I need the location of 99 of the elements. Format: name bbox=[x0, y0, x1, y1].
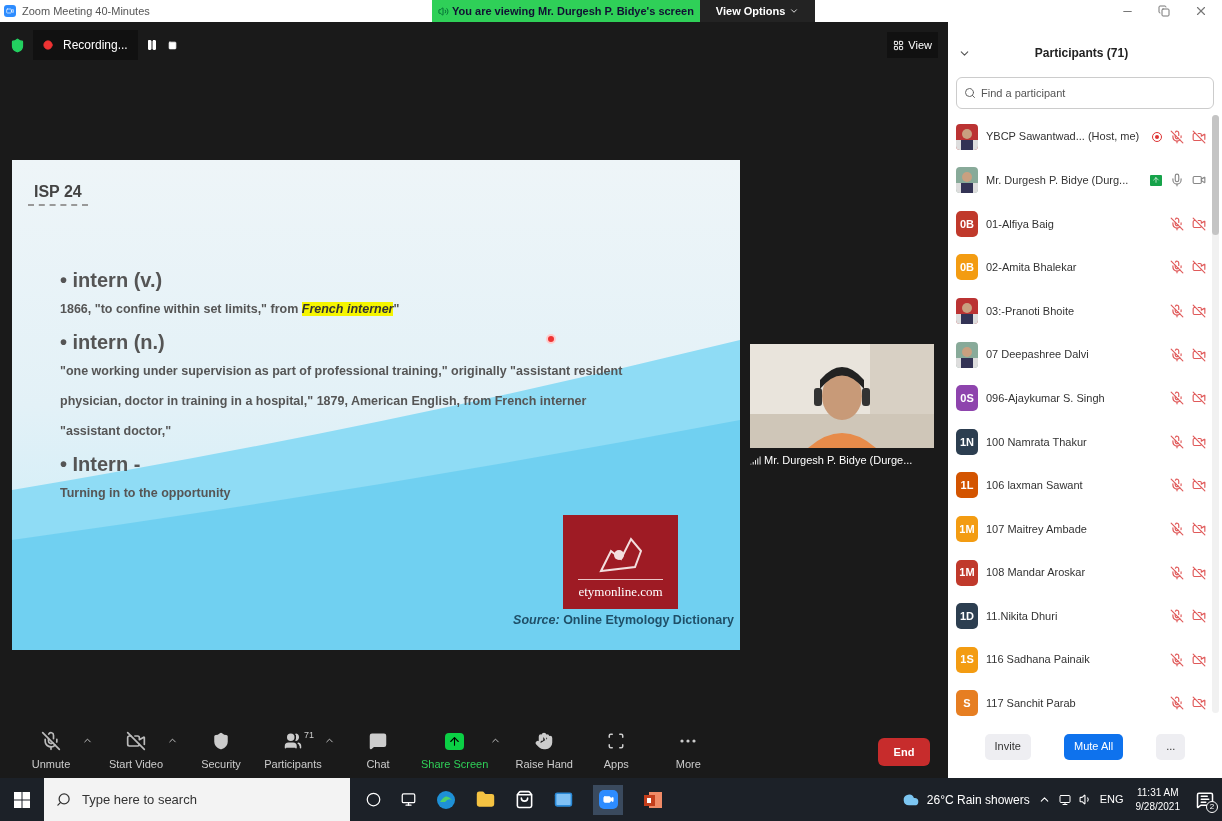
toolbar-button[interactable]: Apps bbox=[587, 731, 646, 773]
invite-button[interactable]: Invite bbox=[984, 733, 1031, 760]
shield-icon bbox=[212, 732, 230, 751]
participant-name: YBCP Sawantwad... (Host, me) bbox=[986, 129, 1140, 145]
participant-row[interactable]: YBCP Sawantwad... (Host, me) bbox=[956, 114, 1212, 159]
source-caption: Source: Online Etymology Dictionary bbox=[513, 612, 734, 630]
participant-row[interactable]: 0B 01-Alfiya Baig bbox=[956, 202, 1212, 246]
avatar: 0B bbox=[956, 210, 978, 237]
participant-row[interactable]: 07 Deepashree Dalvi bbox=[956, 332, 1212, 377]
avatar: 1M bbox=[956, 559, 978, 586]
avatar: 1N bbox=[956, 428, 978, 455]
participants-title: Participants (71) bbox=[1033, 45, 1130, 63]
pause-icon[interactable] bbox=[145, 39, 158, 51]
participant-count: 71 bbox=[304, 729, 314, 743]
toolbar-button[interactable]: Raise Hand bbox=[515, 731, 574, 773]
participant-name: 117 Sanchit Parab bbox=[986, 696, 1076, 712]
avatar: 0B bbox=[956, 254, 978, 281]
mic-muted-icon bbox=[41, 731, 61, 752]
more-icon bbox=[680, 739, 697, 744]
stop-icon[interactable] bbox=[167, 40, 177, 50]
slide-heading: • intern (v.) bbox=[60, 268, 163, 293]
participant-name: 01-Alfiya Baig bbox=[986, 216, 1054, 232]
toolbar-button[interactable]: Start Video bbox=[107, 731, 165, 773]
taskbar-search-field[interactable]: Type here to search bbox=[44, 778, 350, 821]
avatar: 1D bbox=[956, 603, 978, 630]
participant-name: 100 Namrata Thakur bbox=[986, 434, 1087, 450]
volume-icon[interactable] bbox=[1078, 793, 1092, 806]
participant-row[interactable]: 1M 108 Mandar Aroskar bbox=[956, 550, 1212, 595]
toolbar-button[interactable]: 71 Participants bbox=[264, 731, 322, 773]
participant-name: Mr. Durgesh P. Bidye (Durg... bbox=[986, 172, 1129, 188]
browser-icon[interactable] bbox=[436, 789, 456, 810]
toolbar-button[interactable]: Chat bbox=[349, 731, 407, 773]
view-options-button[interactable]: View Options bbox=[699, 0, 816, 22]
avatar: S bbox=[956, 690, 978, 717]
search-field[interactable]: Find a participant bbox=[956, 76, 1214, 109]
people-icon bbox=[284, 732, 302, 751]
participant-row[interactable]: 1M 107 Maitrey Ambade bbox=[956, 507, 1212, 551]
participant-name: 096-Ajaykumar S. Singh bbox=[986, 390, 1105, 406]
hand-icon bbox=[535, 732, 554, 751]
folder-icon[interactable] bbox=[476, 790, 495, 809]
shield-check-icon[interactable] bbox=[10, 37, 25, 53]
avatar: 1L bbox=[956, 472, 978, 499]
mute-all-button[interactable]: Mute All bbox=[1064, 733, 1124, 760]
participant-row[interactable]: 1S 116 Sadhana Painaik bbox=[956, 637, 1212, 682]
toolbar-button[interactable]: Unmute bbox=[22, 731, 80, 773]
video-app-icon[interactable] bbox=[593, 784, 623, 815]
recording-indicator: Recording... bbox=[33, 30, 138, 60]
participant-name: 108 Mandar Aroskar bbox=[986, 565, 1086, 581]
toolbar-button[interactable]: Security bbox=[192, 731, 250, 773]
search-icon bbox=[964, 86, 976, 99]
end-button[interactable]: End bbox=[878, 738, 930, 766]
etymonline-logo: etymonline.com bbox=[563, 515, 678, 609]
clock[interactable]: 11:31 AM 9/28/2021 bbox=[1135, 785, 1180, 814]
grid-icon bbox=[893, 39, 905, 51]
participant-row[interactable]: 1L 106 laxman Sawant bbox=[956, 463, 1212, 508]
toolbar-button[interactable]: Share Screen bbox=[421, 731, 489, 773]
viewing-banner: You are viewing Mr. Durgesh P. Bidye's screen bbox=[432, 0, 700, 22]
caret-icon bbox=[789, 6, 800, 16]
zoom-logo-icon bbox=[4, 5, 16, 17]
language-indicator[interactable]: ENG bbox=[1099, 791, 1124, 808]
avatar: 0S bbox=[956, 385, 978, 412]
more-button[interactable]: ... bbox=[1156, 733, 1186, 760]
view-button[interactable]: View bbox=[887, 32, 938, 58]
presentation-app-icon[interactable] bbox=[643, 789, 663, 810]
weather-text[interactable]: 26°C Rain showers bbox=[926, 790, 1030, 809]
participant-row[interactable]: 0S 096-Ajaykumar S. Singh bbox=[956, 376, 1212, 420]
participant-name: 03:-Pranoti Bhoite bbox=[986, 303, 1075, 319]
window-title: Zoom Meeting 40-Minutes bbox=[22, 3, 150, 19]
slide-heading: • intern (n.) bbox=[60, 330, 165, 355]
notification-count: 2 bbox=[1206, 800, 1218, 813]
participant-row[interactable]: 1D 11.Nikita Dhuri bbox=[956, 594, 1212, 638]
participant-name: 07 Deepashree Dalvi bbox=[986, 347, 1089, 363]
participant-row[interactable]: 1N 100 Namrata Thakur bbox=[956, 419, 1212, 464]
participant-name: 116 Sadhana Painaik bbox=[986, 652, 1090, 668]
search-icon bbox=[56, 792, 71, 807]
participant-row[interactable]: S 117 Sanchit Parab bbox=[956, 681, 1212, 726]
signal-icon bbox=[750, 454, 761, 466]
participant-name: 107 Maitrey Ambade bbox=[986, 521, 1087, 537]
cortana-icon[interactable] bbox=[366, 792, 381, 807]
share-screen-icon bbox=[445, 732, 465, 750]
participant-row[interactable]: 03:-Pranoti Bhoite bbox=[956, 289, 1212, 333]
participant-name: 106 laxman Sawant bbox=[986, 478, 1083, 494]
participant-name: 02-Amita Bhalekar bbox=[986, 260, 1077, 276]
toolbar-button[interactable]: More bbox=[659, 731, 718, 773]
slide-tag: ISP 24 bbox=[28, 180, 88, 206]
close-icon[interactable] bbox=[1194, 4, 1208, 18]
slide-text: Turning in to the opportunity bbox=[60, 485, 231, 502]
video-off-icon bbox=[126, 731, 146, 752]
participant-name: 11.Nikita Dhuri bbox=[986, 608, 1058, 624]
restore-icon[interactable] bbox=[1158, 5, 1170, 17]
store-icon[interactable] bbox=[515, 790, 534, 809]
chat-icon bbox=[369, 732, 387, 751]
avatar: 1M bbox=[956, 515, 978, 542]
participant-row[interactable]: Mr. Durgesh P. Bidye (Durg... bbox=[956, 158, 1212, 202]
slide-heading: • Intern - bbox=[60, 452, 141, 477]
apps-icon bbox=[607, 732, 626, 751]
avatar: 1S bbox=[956, 646, 978, 673]
slide-text: "one working under supervision as part of professional training," originally "assistant resident physician, doctor in training in a hospital," 1879, American English, from French interner "assistant doctor," bbox=[60, 363, 624, 440]
participant-row[interactable]: 0B 02-Amita Bhalekar bbox=[956, 245, 1212, 290]
